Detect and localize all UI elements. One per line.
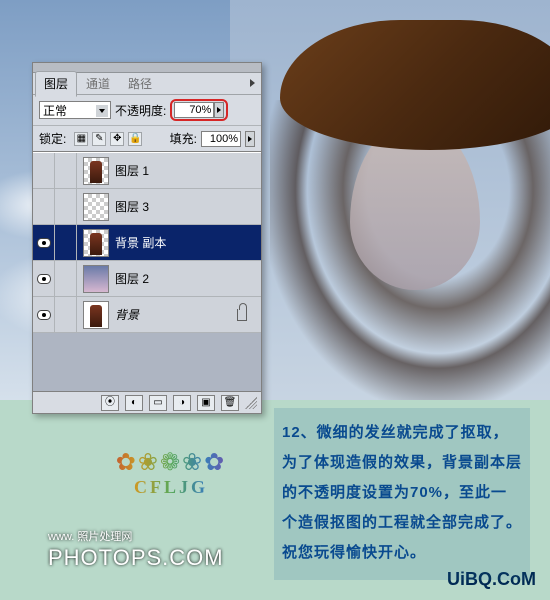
layer-name: 图层 2 xyxy=(115,270,149,287)
lock-transparency-icon[interactable]: ▦ xyxy=(74,132,88,146)
tab-layers[interactable]: 图层 xyxy=(35,71,77,97)
blend-mode-value: 正常 xyxy=(43,102,67,119)
layer-row-selected[interactable]: 背景 副本 xyxy=(33,225,261,261)
layers-panel: 图层 通道 路径 正常 不透明度: 70% 锁定: ▦ ✎ ✥ 🔒 填充: 10… xyxy=(32,62,262,414)
decorative-logo: ✿❀❁❀✿ CFLJG xyxy=(102,448,240,498)
lock-paint-icon[interactable]: ✎ xyxy=(92,132,106,146)
opacity-label: 不透明度: xyxy=(115,102,166,119)
eye-icon xyxy=(37,274,51,284)
link-toggle[interactable] xyxy=(55,225,77,260)
layer-name: 图层 1 xyxy=(115,162,149,179)
opacity-flyout-icon[interactable] xyxy=(214,102,224,118)
fx-icon[interactable]: ⦿ xyxy=(101,395,119,411)
visibility-toggle[interactable] xyxy=(33,261,55,296)
opacity-highlight: 70% xyxy=(170,99,228,121)
eye-icon xyxy=(37,310,51,320)
visibility-toggle[interactable] xyxy=(33,225,55,260)
layer-row[interactable]: 图层 3 xyxy=(33,189,261,225)
lock-all-icon[interactable]: 🔒 xyxy=(128,132,142,146)
link-toggle[interactable] xyxy=(55,297,77,332)
layer-name: 背景 副本 xyxy=(115,234,166,251)
layer-row[interactable]: 背景 xyxy=(33,297,261,333)
fill-flyout-icon[interactable] xyxy=(245,131,255,147)
visibility-toggle[interactable] xyxy=(33,153,55,188)
link-toggle[interactable] xyxy=(55,189,77,224)
layer-name: 图层 3 xyxy=(115,198,149,215)
blend-mode-select[interactable]: 正常 xyxy=(39,101,111,119)
layer-thumbnail[interactable] xyxy=(83,229,109,257)
lock-label: 锁定: xyxy=(39,130,66,147)
portrait-image xyxy=(230,0,550,400)
watermark-left: www. 照片处理网 PHOTOPS.COM xyxy=(48,530,224,573)
chevron-down-icon xyxy=(96,105,108,117)
watermark-left-big: PHOTOPS.COM xyxy=(48,544,224,573)
layers-list: 图层 1 图层 3 背景 副本 图层 2 背景 xyxy=(33,152,261,391)
lock-icon xyxy=(237,309,247,321)
fill-input[interactable]: 100% xyxy=(201,131,241,147)
blend-opacity-row: 正常 不透明度: 70% xyxy=(33,95,261,126)
visibility-toggle[interactable] xyxy=(33,297,55,332)
layer-thumbnail[interactable] xyxy=(83,193,109,221)
layer-thumbnail[interactable] xyxy=(83,301,109,329)
layer-thumbnail[interactable] xyxy=(83,157,109,185)
resize-grip-icon[interactable] xyxy=(245,397,257,409)
layer-row[interactable]: 图层 1 xyxy=(33,153,261,189)
panel-tabs: 图层 通道 路径 xyxy=(33,73,261,95)
layers-empty-area xyxy=(33,333,261,391)
watermark-left-small: www. 照片处理网 xyxy=(48,530,224,544)
panel-footer: ⦿ ◐ ▭ ◑ ▣ 🗑 xyxy=(33,391,261,413)
tab-paths[interactable]: 路径 xyxy=(119,71,161,97)
ornament-text: CFLJG xyxy=(102,477,240,498)
trash-icon[interactable]: 🗑 xyxy=(221,395,239,411)
mask-icon[interactable]: ◐ xyxy=(125,395,143,411)
opacity-input[interactable]: 70% xyxy=(174,102,214,118)
new-layer-icon[interactable]: ▣ xyxy=(197,395,215,411)
tab-channels[interactable]: 通道 xyxy=(77,71,119,97)
caption-text: 12、微细的发丝就完成了抠取，为了体现造假的效果，背景副本层的不透明度设置为70… xyxy=(274,408,530,580)
eye-icon xyxy=(37,238,51,248)
panel-menu-icon[interactable] xyxy=(250,79,255,87)
link-toggle[interactable] xyxy=(55,261,77,296)
layer-name: 背景 xyxy=(115,306,139,323)
layer-thumbnail[interactable] xyxy=(83,265,109,293)
lock-fill-row: 锁定: ▦ ✎ ✥ 🔒 填充: 100% xyxy=(33,126,261,152)
adjustment-icon[interactable]: ◑ xyxy=(173,395,191,411)
layer-row[interactable]: 图层 2 xyxy=(33,261,261,297)
visibility-toggle[interactable] xyxy=(33,189,55,224)
lock-position-icon[interactable]: ✥ xyxy=(110,132,124,146)
portrait-hat xyxy=(280,20,550,150)
folder-icon[interactable]: ▭ xyxy=(149,395,167,411)
ornament-graphic: ✿❀❁❀✿ xyxy=(102,448,240,477)
fill-label: 填充: xyxy=(170,130,197,147)
lock-icons: ▦ ✎ ✥ 🔒 xyxy=(74,132,142,146)
link-toggle[interactable] xyxy=(55,153,77,188)
